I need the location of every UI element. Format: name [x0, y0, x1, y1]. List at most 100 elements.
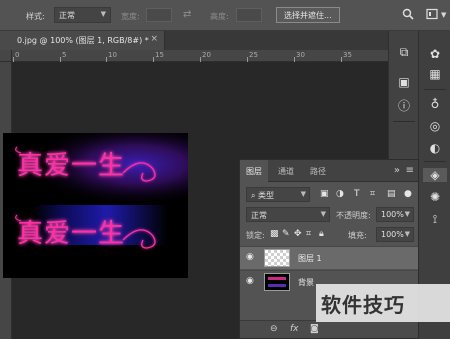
divider [424, 161, 446, 162]
pixel-filter-icon[interactable]: ▣ [320, 189, 329, 199]
mask-icon[interactable]: ◙ [310, 324, 319, 334]
document-tab[interactable]: 0.jpg @ 100% (图层 1, RGB/8#) * × [0, 31, 165, 50]
style-select[interactable]: 正常 ▼ [54, 7, 111, 23]
width-field[interactable] [146, 8, 172, 22]
ruler-tick-mark [200, 57, 201, 62]
ruler-tick-mark [13, 57, 14, 62]
ruler-tick-mark [60, 57, 61, 62]
neon-text-top: 真爱一生 [17, 151, 126, 181]
opacity-label: 不透明度: [336, 211, 371, 220]
lock-all-icon[interactable]: 🔒︎ [319, 229, 324, 239]
layer-thumbnail [264, 273, 290, 291]
smart-object-filter-icon[interactable]: ▤ [387, 189, 396, 199]
document-tab-title: 0.jpg @ 100% (图层 1, RGB/8#) * [17, 36, 149, 45]
lock-position-icon[interactable]: ✥ [294, 229, 302, 239]
layer-name: 背景 [298, 278, 314, 287]
shape-filter-icon[interactable]: ⌗ [370, 189, 375, 199]
blend-row: 正常 ▼ 不透明度: 100% ▼ [244, 206, 414, 224]
styles-icon[interactable]: ◐ [423, 141, 447, 155]
ruler-tick: 20 [202, 51, 211, 59]
horizontal-ruler: 0 5 10 15 20 25 30 35 [12, 50, 388, 62]
ruler-tick: 15 [155, 51, 164, 59]
width-label: 宽度: [121, 12, 140, 21]
document-tab-bar: 0.jpg @ 100% (图层 1, RGB/8#) * × [0, 31, 388, 50]
paths-icon[interactable]: ⟟ [423, 212, 447, 227]
blend-mode-value: 正常 [251, 211, 267, 220]
ruler-tick: 10 [108, 51, 117, 59]
chevron-down-icon: ▼ [320, 210, 326, 218]
tab-paths[interactable]: 路径 [304, 160, 332, 182]
layer-filter-row: ⌕ 类型 ▼ ▣ ◑ T ⌗ ▤ ● [244, 186, 414, 204]
layers-icon[interactable]: ◈ [423, 168, 447, 182]
divider [393, 121, 415, 122]
adjustment-filter-icon[interactable]: ◑ [336, 189, 344, 199]
chevron-down-icon: ▼ [100, 10, 106, 18]
fill-field[interactable]: 100% ▼ [376, 227, 414, 242]
thumb-neon-line [268, 277, 286, 280]
lightbulb-icon[interactable]: ♁ [423, 97, 447, 111]
fx-button[interactable]: fx [290, 324, 299, 334]
info-icon[interactable]: ⓘ [392, 97, 416, 114]
tab-channels[interactable]: 通道 [272, 160, 300, 182]
ruler-tick: 35 [343, 51, 352, 59]
style-select-value: 正常 [59, 11, 75, 20]
ruler-tick: 25 [249, 51, 258, 59]
ruler-tick: 5 [62, 51, 67, 59]
swap-arrows-icon[interactable]: ⇄ [183, 9, 191, 20]
layer-name: 图层 1 [298, 254, 322, 263]
chevron-down-icon: ▼ [300, 190, 306, 198]
collapse-icon[interactable]: » [394, 165, 400, 176]
ruler-tick: 30 [296, 51, 305, 59]
workspace-icon[interactable] [426, 8, 438, 20]
filter-kind-select[interactable]: ⌕ 类型 ▼ [246, 187, 310, 202]
properties-icon[interactable]: ▣ [392, 75, 416, 89]
swatches-icon[interactable]: ▦ [423, 67, 447, 81]
search-icon[interactable] [402, 8, 414, 20]
opacity-field[interactable]: 100% ▼ [376, 207, 414, 222]
lock-image-icon[interactable]: ✎ [282, 229, 290, 239]
eye-icon[interactable]: ◉ [246, 252, 254, 262]
chevron-down-icon[interactable]: ▼ [441, 11, 446, 19]
select-and-mask-button[interactable]: 选择并遮住... [276, 7, 340, 23]
filter-kind-value: 类型 [258, 191, 275, 200]
tab-layers[interactable]: 图层 [240, 160, 268, 182]
divider [424, 89, 446, 90]
link-icon[interactable]: ⊖ [270, 324, 278, 334]
height-label: 高度: [210, 12, 229, 21]
search-icon: ⌕ [251, 191, 259, 200]
adjustments-icon[interactable]: ◎ [423, 119, 447, 133]
channels-icon[interactable]: ✺ [423, 190, 447, 204]
blend-mode-select[interactable]: 正常 ▼ [246, 207, 330, 222]
ruler-tick-mark [247, 57, 248, 62]
chevron-down-icon: ▼ [404, 230, 410, 238]
layers-panel-footer: ⊖ fx ◙ [240, 320, 418, 338]
fill-label: 填充: [348, 231, 367, 240]
thumb-neon-line [268, 284, 286, 287]
height-field[interactable] [236, 8, 262, 22]
panel-menu-icon[interactable]: ≡ [406, 165, 414, 176]
lock-transparent-icon[interactable]: ▩ [270, 229, 279, 239]
eye-icon[interactable]: ◉ [246, 276, 254, 286]
neon-text-bottom: 真爱一生 [17, 219, 126, 249]
layer-thumbnail [264, 249, 290, 267]
ruler-tick-mark [106, 57, 107, 62]
close-icon[interactable]: × [150, 34, 158, 44]
lock-artboard-icon[interactable]: ⌗ [306, 229, 311, 239]
lock-row: 锁定: ▩ ✎ ✥ ⌗ 🔒︎ 填充: 100% ▼ [244, 226, 414, 244]
opacity-value: 100% [381, 210, 404, 219]
color-palette-icon[interactable]: ✿ [423, 47, 447, 61]
history-icon[interactable]: ⧉ [392, 45, 416, 60]
filter-toggle-icon[interactable]: ● [404, 189, 412, 199]
ruler-tick: 0 [15, 51, 20, 59]
ruler-tick-mark [341, 57, 342, 62]
watermark: 软件技巧 [316, 284, 450, 322]
fill-value: 100% [381, 230, 404, 239]
layer-row[interactable]: ◉ 图层 1 [240, 246, 418, 269]
type-filter-icon[interactable]: T [354, 189, 360, 199]
ruler-corner [0, 50, 12, 62]
layers-panel-tabs: 图层 通道 路径 » ≡ [240, 160, 418, 182]
chevron-down-icon: ▼ [404, 210, 410, 218]
lock-label: 锁定: [246, 231, 265, 240]
document-canvas[interactable]: 真爱一生 真爱一生 [3, 133, 188, 278]
style-label: 样式: [26, 12, 45, 21]
